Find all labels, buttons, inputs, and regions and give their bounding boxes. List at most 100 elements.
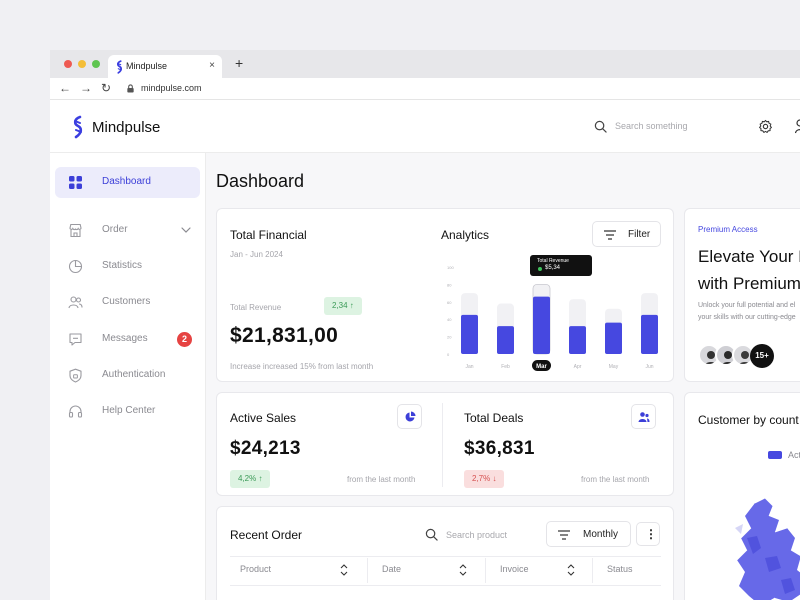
url-text[interactable]: mindpulse.com: [141, 83, 202, 93]
gear-icon[interactable]: [758, 119, 773, 134]
app-header: Mindpulse Search something: [50, 100, 800, 153]
recent-order-card: Recent Order Search product Monthly ⋮ Pr…: [216, 506, 674, 600]
close-window-dot[interactable]: [64, 60, 72, 68]
x-tick-label[interactable]: Jun: [645, 364, 653, 370]
address-bar: ← → ↻ mindpulse.com: [50, 78, 800, 100]
total-revenue-value: $21,831,00: [230, 324, 339, 347]
filter-icon: [558, 530, 570, 540]
total-deals-title: Total Deals: [464, 411, 524, 425]
search-icon[interactable]: [594, 120, 607, 133]
customer-by-country-card: Customer by count Act: [684, 392, 800, 600]
sort-icon[interactable]: [459, 564, 467, 576]
period-select[interactable]: Monthly: [546, 521, 631, 547]
sidebar-item-customers[interactable]: Customers: [55, 287, 200, 318]
sidebar: Dashboard Order Statistics Customers Mes…: [50, 153, 206, 600]
customer-country-title: Customer by count: [698, 413, 799, 427]
sort-icon[interactable]: [340, 564, 348, 576]
new-tab-icon[interactable]: +: [235, 55, 243, 71]
bar-mar[interactable]: [533, 296, 550, 354]
maximize-window-dot[interactable]: [92, 60, 100, 68]
revenue-change-badge: 2,34 ↑: [324, 297, 362, 315]
browser-tab-bar: Mindpulse × +: [50, 50, 800, 78]
brand-name: Mindpulse: [92, 119, 161, 136]
back-icon[interactable]: ←: [59, 81, 71, 95]
world-map: [735, 498, 800, 600]
minimize-window-dot[interactable]: [78, 60, 86, 68]
tooltip-dot: [538, 267, 542, 271]
table-header-line: [230, 585, 661, 586]
bar-may[interactable]: [605, 322, 622, 354]
x-tick-label[interactable]: Jan: [465, 364, 473, 370]
x-tick-label[interactable]: May: [609, 364, 619, 370]
product-search-input[interactable]: Search product: [446, 530, 507, 540]
users-icon: [638, 412, 650, 422]
shield-icon: [69, 368, 82, 383]
sidebar-item-dashboard[interactable]: Dashboard: [55, 167, 200, 198]
y-tick-label: 20: [447, 335, 452, 340]
sidebar-item-label: Customers: [102, 296, 151, 307]
filter-button[interactable]: Filter: [592, 221, 661, 247]
total-revenue-label: Total Revenue: [230, 303, 282, 312]
active-sales-chart-button[interactable]: [397, 404, 422, 429]
grid-icon: [69, 176, 82, 189]
sidebar-item-label: Order: [102, 224, 128, 235]
sales-deals-card: Active Sales $24,213 4,2% ↑ from the las…: [216, 392, 674, 496]
total-deals-users-button[interactable]: [631, 404, 656, 429]
table-header-line: [230, 556, 661, 557]
bar-jun[interactable]: [641, 314, 658, 354]
total-deals-value: $36,831: [464, 438, 535, 459]
x-tick-label[interactable]: Feb: [501, 364, 510, 370]
sidebar-item-help-center[interactable]: Help Center: [55, 396, 200, 427]
filter-icon: [604, 230, 616, 240]
sidebar-item-label: Statistics: [102, 260, 143, 271]
bar-jan[interactable]: [461, 314, 478, 354]
bar-feb[interactable]: [497, 326, 514, 354]
y-tick-label: 0: [447, 352, 450, 357]
sidebar-item-order[interactable]: Order: [55, 215, 200, 246]
browser-tab[interactable]: Mindpulse ×: [108, 55, 222, 78]
column-header-product[interactable]: Product: [240, 564, 271, 574]
tooltip-value: $5,34: [545, 265, 561, 271]
reload-icon[interactable]: ↻: [101, 81, 111, 95]
analytics-title: Analytics: [441, 228, 490, 242]
global-search-input[interactable]: Search something: [615, 121, 688, 131]
pie-chart-icon: [68, 259, 83, 274]
column-header-date[interactable]: Date: [382, 564, 401, 574]
chevron-down-icon[interactable]: [180, 224, 192, 236]
user-icon[interactable]: [795, 119, 800, 134]
sort-icon[interactable]: [567, 564, 575, 576]
premium-heading-line-1: Elevate Your B: [698, 247, 800, 266]
financial-analytics-card: Total Financial Jan - Jun 2024 Total Rev…: [216, 208, 674, 382]
sidebar-item-authentication[interactable]: Authentication: [55, 360, 200, 391]
x-tick-label[interactable]: Mar: [536, 364, 547, 370]
more-vertical-icon: ⋮: [645, 527, 657, 541]
y-tick-label: 100: [447, 265, 454, 270]
column-header-status[interactable]: Status: [607, 564, 633, 574]
tab-close-icon[interactable]: ×: [209, 60, 215, 71]
sidebar-item-label: Authentication: [102, 369, 166, 380]
bar-apr[interactable]: [569, 326, 586, 354]
sidebar-item-statistics[interactable]: Statistics: [55, 251, 200, 282]
financial-date-range: Jan - Jun 2024: [230, 250, 283, 259]
premium-description-line-1: Unlock your full potential and el: [698, 302, 796, 309]
sidebar-item-messages[interactable]: Messages 2: [55, 324, 200, 355]
sidebar-item-label: Messages: [102, 333, 148, 344]
premium-access-card: Premium Access Elevate Your B with Premi…: [684, 208, 800, 382]
premium-tag: Premium Access: [698, 225, 758, 234]
column-header-invoice[interactable]: Invoice: [500, 564, 529, 574]
active-sales-change-badge: 4,2% ↑: [230, 470, 271, 488]
forward-icon[interactable]: →: [80, 81, 92, 95]
sidebar-item-label: Help Center: [102, 405, 156, 416]
more-options-button[interactable]: ⋮: [636, 522, 660, 546]
column-divider: [592, 558, 593, 583]
search-icon[interactable]: [425, 528, 438, 541]
analytics-bar-chart: 100 80 60 40 20 0 Jan Feb Mar Apr May Jun: [447, 265, 658, 371]
column-divider: [485, 558, 486, 583]
more-members-badge[interactable]: 15+: [750, 344, 774, 368]
chart-tooltip: Total Revenue $5,34: [530, 255, 592, 276]
headset-icon: [68, 405, 83, 418]
card-divider: [442, 403, 443, 487]
premium-heading-line-2: with Premium: [698, 274, 800, 293]
browser-window: Mindpulse × + ← → ↻ mindpulse.com Mindpu…: [50, 50, 800, 600]
x-tick-label[interactable]: Apr: [574, 364, 582, 370]
